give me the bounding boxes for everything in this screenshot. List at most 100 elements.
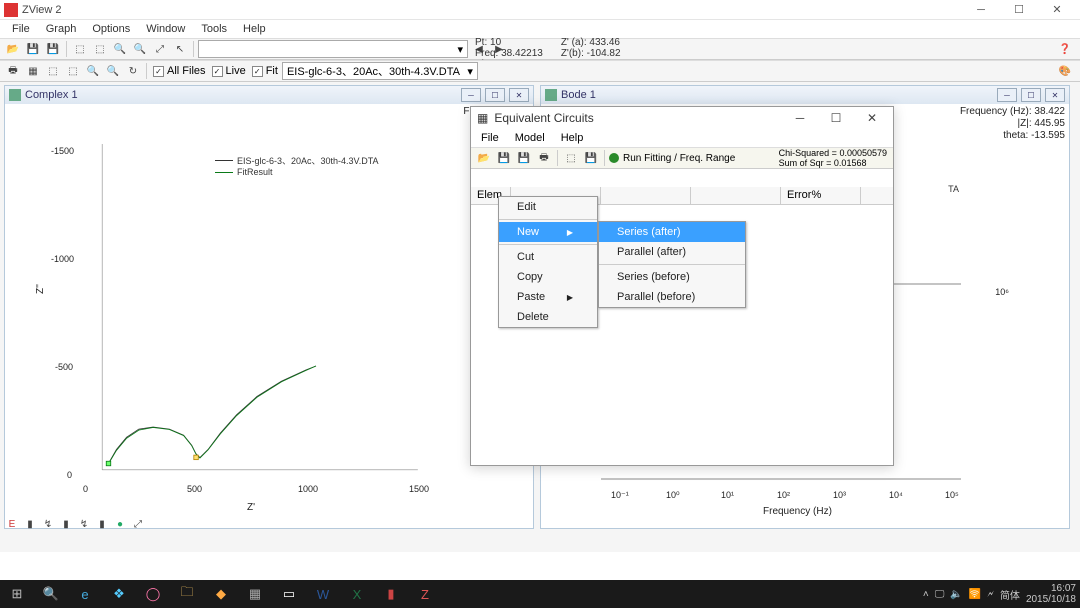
app-icon [4,3,18,17]
word-icon[interactable]: W [306,580,340,608]
all-files-checkbox[interactable]: ✓All Files [153,65,206,77]
menu-window[interactable]: Window [138,21,193,37]
menu-file[interactable]: File [4,21,38,37]
tool-icon[interactable]: ⤢ [130,516,146,532]
tool-icon[interactable]: ⬚ [64,62,82,80]
tray-battery-icon[interactable]: 🗲 [987,589,994,600]
ctx-series-before[interactable]: Series (before) [599,267,745,287]
window-close-button[interactable]: ✕ [509,88,529,102]
window-title: ZView 2 [22,4,962,16]
window-min-button[interactable]: ─ [461,88,481,102]
app-icon[interactable]: ▮ [374,580,408,608]
eq-icon: ▦ [477,111,488,125]
tool-icon[interactable]: ● [112,516,128,532]
file-dropdown[interactable]: EIS-glc-6-3、20Ac、30th-4.3V.DTA▾ [282,62,478,80]
zview-taskbar-icon[interactable]: Z [408,580,442,608]
ctx-cut[interactable]: Cut [499,247,597,267]
eq-close-button[interactable]: ✕ [857,108,887,128]
close-button[interactable]: ✕ [1038,0,1076,20]
tool-icon[interactable]: ↯ [40,516,56,532]
saveas-icon[interactable]: 💾 [44,40,62,58]
app-icon[interactable]: ◆ [204,580,238,608]
open-icon[interactable]: 📂 [4,40,22,58]
range-dropdown[interactable]: ▾ [198,40,468,58]
menu-tools[interactable]: Tools [193,21,235,37]
zoom-icon[interactable]: 🔍 [104,62,122,80]
tray-chevron-icon[interactable]: ˄ [923,589,929,600]
menu-help[interactable]: Help [235,21,274,37]
zoom-in-icon[interactable]: 🔍 [111,40,129,58]
cursor-icon[interactable]: ↖ [171,40,189,58]
tool-icon[interactable]: ⬚ [91,40,109,58]
eq-max-button[interactable]: ☐ [821,108,851,128]
tool-icon[interactable]: ▮ [22,516,38,532]
excel-icon[interactable]: X [340,580,374,608]
tool-icon[interactable]: ▮ [94,516,110,532]
run-fitting-button[interactable]: Run Fitting / Freq. Range [609,153,735,164]
eq-open-icon[interactable]: 📂 [475,149,493,167]
eq-print-icon[interactable]: 🖶 [535,149,553,167]
eq-min-button[interactable]: ─ [785,108,815,128]
print-icon[interactable]: 🖶 [4,62,22,80]
minimize-button[interactable]: ─ [962,0,1000,20]
tool-icon[interactable]: ⬚ [44,62,62,80]
ctx-delete[interactable]: Delete [499,307,597,327]
window-max-button[interactable]: ☐ [1021,88,1041,102]
ctx-parallel-before[interactable]: Parallel (before) [599,287,745,307]
separator [499,219,597,220]
eq-save-icon[interactable]: 💾 [582,149,600,167]
context-menu-main: Edit New▶ Cut Copy Paste▶ Delete [498,196,598,328]
calculator-icon[interactable]: ▦ [238,580,272,608]
zoom-out-icon[interactable]: 🔍 [131,40,149,58]
app-icon[interactable]: ▭ [272,580,306,608]
window-max-button[interactable]: ☐ [485,88,505,102]
window-close-button[interactable]: ✕ [1045,88,1065,102]
app-icon[interactable]: ◯ [136,580,170,608]
eq-menu-help[interactable]: Help [555,130,590,146]
tray-volume-icon[interactable]: 🔈 [950,589,962,600]
ctx-parallel-after[interactable]: Parallel (after) [599,242,745,262]
tray-clock[interactable]: 16:07 2015/10/18 [1026,583,1076,605]
ie-icon[interactable]: e [68,580,102,608]
x-tick: 500 [187,484,202,494]
fit-checkbox[interactable]: ✓Fit [252,65,278,77]
tool-icon[interactable]: ↯ [76,516,92,532]
live-checkbox[interactable]: ✓Live [212,65,246,77]
grid-icon[interactable]: ▦ [24,62,42,80]
search-icon[interactable]: 🔍 [34,580,68,608]
tool-icon[interactable]: E [4,516,20,532]
bode-decade-label: 10⁶ [995,287,1009,297]
tool-icon[interactable]: ⬚ [71,40,89,58]
col-error: Error% [781,187,861,204]
app-icon[interactable]: ❖ [102,580,136,608]
start-button[interactable]: ⊞ [0,580,34,608]
help-icon[interactable]: ❓ [1056,40,1074,58]
zoom-fit-icon[interactable]: ⤢ [151,40,169,58]
ctx-series-after[interactable]: Series (after) [599,222,745,242]
tray-monitor-icon[interactable]: 🖵 [935,589,945,600]
eq-menu-file[interactable]: File [475,130,505,146]
toolbar-row-1: 📂 💾 💾 ⬚ ⬚ 🔍 🔍 ⤢ ↖ ▾ ◀ ▶ Pt: 10 Freq: 38.… [0,38,1080,60]
refresh-icon[interactable]: ↻ [124,62,142,80]
window-min-button[interactable]: ─ [997,88,1017,102]
tray-lang[interactable]: 简体 [1000,587,1020,602]
bode-x-tick: 10⁻¹ [611,490,629,501]
ctx-copy[interactable]: Copy [499,267,597,287]
menu-graph[interactable]: Graph [38,21,85,37]
zoom-icon[interactable]: 🔍 [84,62,102,80]
explorer-icon[interactable]: 🗀 [170,580,204,608]
separator [193,41,194,57]
style-icon[interactable]: 🎨 [1056,62,1074,80]
save-icon[interactable]: 💾 [24,40,42,58]
ctx-new[interactable]: New▶ [499,222,597,242]
eq-save-icon[interactable]: 💾 [495,149,513,167]
tray-network-icon[interactable]: 🛜 [969,589,981,600]
eq-save-icon[interactable]: 💾 [515,149,533,167]
eq-menu-model[interactable]: Model [509,130,551,146]
eq-tool-icon[interactable]: ⬚ [562,149,580,167]
maximize-button[interactable]: ☐ [1000,0,1038,20]
ctx-paste[interactable]: Paste▶ [499,287,597,307]
tool-icon[interactable]: ▮ [58,516,74,532]
ctx-edit[interactable]: Edit [499,197,597,217]
menu-options[interactable]: Options [84,21,138,37]
